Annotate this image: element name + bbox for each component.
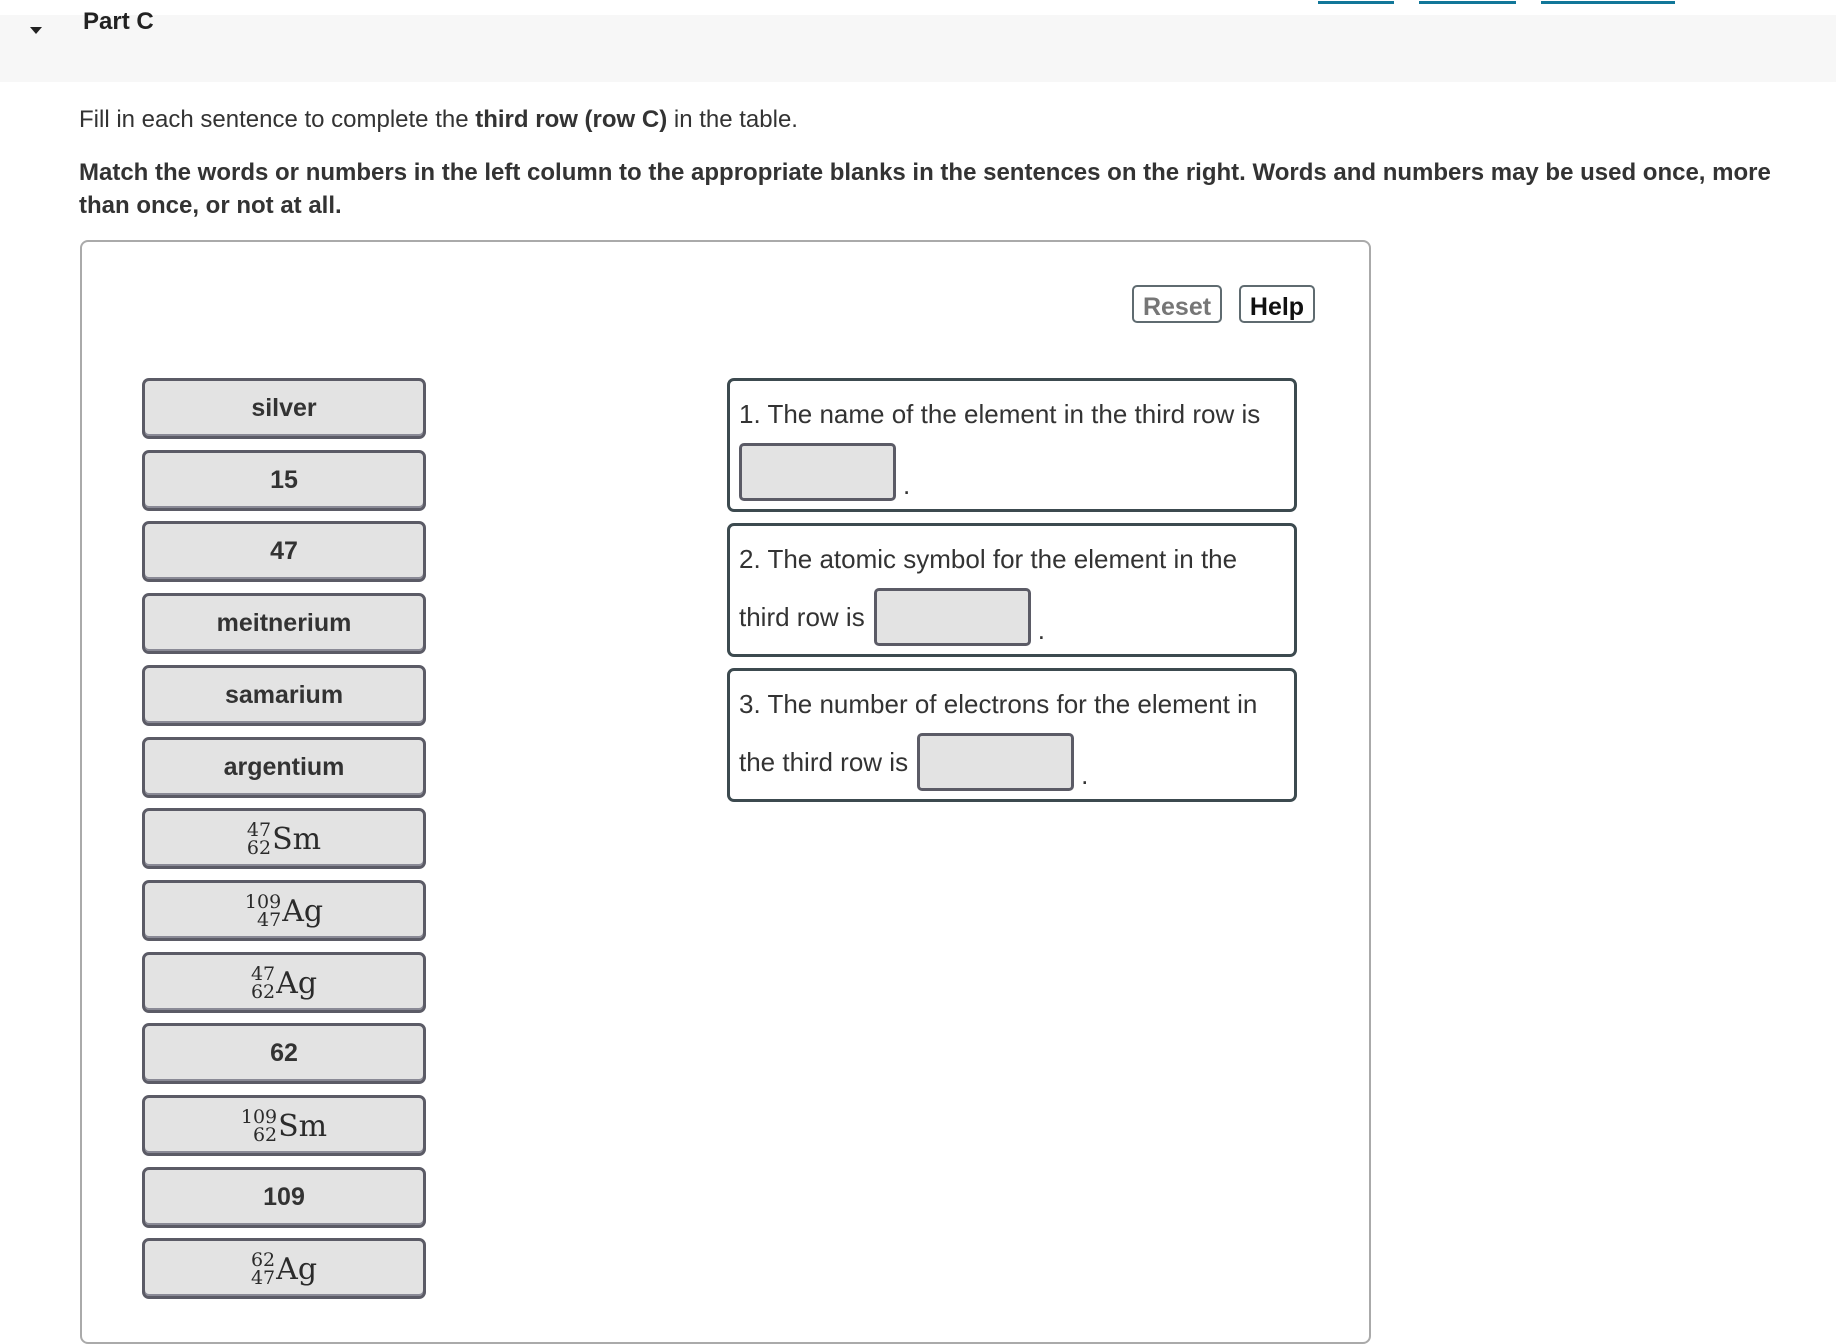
reset-button[interactable]: Reset: [1132, 285, 1222, 323]
atomic-number: 62: [246, 836, 272, 859]
sentence-text: 3. The number of electrons for the eleme…: [739, 689, 1258, 719]
intro-suffix: in the table.: [667, 106, 798, 133]
mass-number: 109: [240, 1105, 278, 1128]
draggable-token[interactable]: 62: [142, 1023, 426, 1084]
atomic-number: 47: [250, 1266, 276, 1289]
token-label: 15: [270, 466, 298, 494]
intro-prefix: Fill in each sentence to complete the: [79, 106, 476, 133]
element-symbol: Ag: [282, 893, 324, 929]
drop-target-blank[interactable]: [873, 588, 1031, 646]
part-title: Part C: [83, 8, 154, 35]
isotope-numbers: 109 62: [240, 1105, 278, 1146]
sentence-box-2: 2. The atomic symbol for the element in …: [727, 523, 1297, 657]
top-link-1[interactable]: [1318, 1, 1394, 4]
draggable-token[interactable]: 109 62 Sm: [142, 1095, 426, 1156]
draggable-token[interactable]: 47 62 Sm: [142, 808, 426, 869]
token-label: 62: [270, 1039, 298, 1067]
isotope-notation: 47 62 Sm: [246, 818, 322, 859]
element-symbol: Ag: [276, 1251, 318, 1287]
draggable-token[interactable]: 109 47 Ag: [142, 880, 426, 941]
sentence-end: .: [1081, 759, 1089, 790]
mass-number: 109: [244, 890, 282, 913]
sentence-box-1: 1. The name of the element in the third …: [727, 378, 1297, 512]
sentence-end: .: [1037, 614, 1045, 645]
isotope-notation: 47 62 Ag: [250, 962, 318, 1003]
atomic-number: 62: [250, 980, 276, 1003]
atomic-number: 47: [257, 908, 282, 931]
sentence-box-3: 3. The number of electrons for the eleme…: [727, 668, 1297, 802]
intro-bold: third row (row C): [475, 106, 668, 133]
isotope-numbers: 62 47: [250, 1248, 276, 1289]
caret-down-icon[interactable]: [30, 27, 42, 34]
token-label: 47: [270, 537, 298, 565]
sentence-text-continued: the third row is: [739, 746, 909, 777]
token-label: 109: [263, 1183, 305, 1211]
atomic-number: 62: [252, 1123, 278, 1146]
draggable-token[interactable]: 62 47 Ag: [142, 1238, 426, 1299]
element-symbol: Sm: [278, 1108, 328, 1144]
help-button[interactable]: Help: [1239, 285, 1315, 323]
sentence-line2: third row is.: [739, 588, 1045, 646]
isotope-numbers: 47 62: [250, 962, 276, 1003]
mass-number: 47: [250, 962, 276, 985]
draggable-token[interactable]: 47: [142, 521, 426, 582]
mass-number: 62: [250, 1248, 276, 1271]
draggable-token[interactable]: 15: [142, 450, 426, 511]
top-link-2[interactable]: [1419, 1, 1516, 4]
instructions: Match the words or numbers in the left c…: [79, 159, 1771, 219]
sentence-text: 2. The atomic symbol for the element in …: [739, 544, 1238, 574]
element-symbol: Sm: [272, 821, 322, 857]
intro-text: Fill in each sentence to complete the th…: [79, 105, 798, 135]
sentence-line2: the third row is.: [739, 733, 1088, 791]
isotope-notation: 109 47 Ag: [244, 890, 324, 931]
drop-target-blank[interactable]: [739, 443, 896, 501]
part-header[interactable]: Part C: [0, 8, 1836, 82]
draggable-token[interactable]: meitnerium: [142, 593, 426, 654]
top-link-3[interactable]: [1541, 1, 1675, 4]
draggable-token[interactable]: argentium: [142, 737, 426, 798]
drop-target-blank[interactable]: [917, 733, 1075, 791]
token-label: argentium: [223, 753, 345, 781]
sentence-line2: .: [739, 443, 910, 501]
token-label: samarium: [224, 681, 344, 709]
draggable-token[interactable]: silver: [142, 378, 426, 439]
sentence-text-continued: third row is: [739, 601, 865, 632]
token-label: meitnerium: [216, 609, 352, 637]
draggable-token[interactable]: 47 62 Ag: [142, 952, 426, 1013]
sentence-end: .: [903, 469, 911, 500]
isotope-numbers: 109 47: [244, 890, 282, 931]
isotope-numbers: 47 62: [246, 818, 272, 859]
sentence-text: 1. The name of the element in the third …: [739, 399, 1261, 429]
element-symbol: Ag: [276, 965, 318, 1001]
isotope-notation: 109 62 Sm: [240, 1105, 328, 1146]
token-label: silver: [251, 394, 317, 422]
draggable-token[interactable]: 109: [142, 1167, 426, 1228]
isotope-notation: 62 47 Ag: [250, 1248, 318, 1289]
mass-number: 47: [246, 818, 272, 841]
draggable-token[interactable]: samarium: [142, 665, 426, 726]
